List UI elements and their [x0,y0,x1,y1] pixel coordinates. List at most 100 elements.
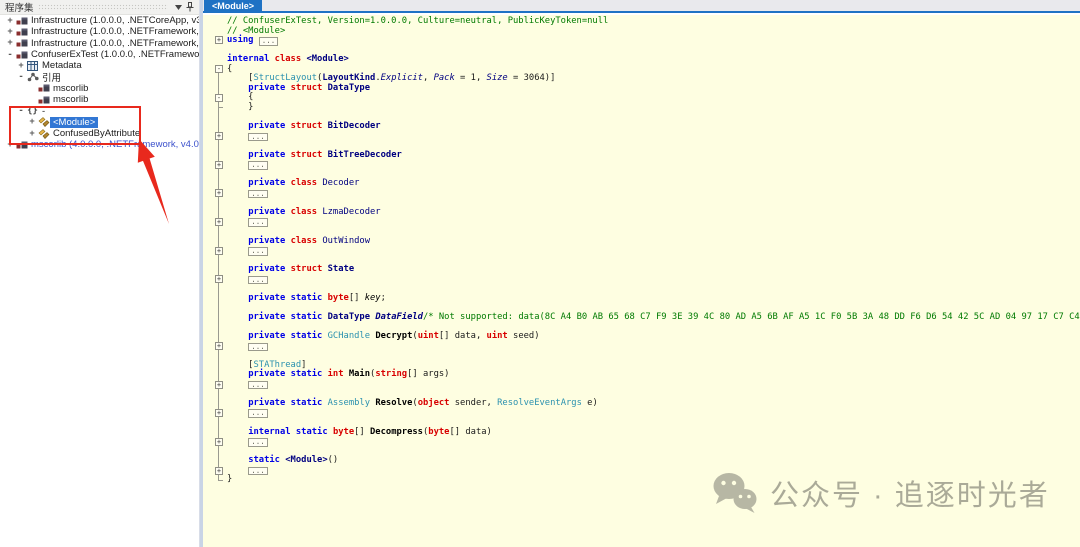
code-line: } [227,475,1080,485]
tree-item-label: - [39,106,48,117]
tree-expander[interactable]: - [16,106,26,116]
panel-menu-button[interactable] [172,1,184,13]
tree-item-label: Infrastructure (1.0.0.0, .NETCoreApp, v3… [28,15,199,26]
tab-module[interactable]: <Module> [204,0,262,13]
code-line: private struct BitTreeDecoder [227,151,1080,161]
tree-item--[interactable]: -{}- [0,105,199,116]
tree-item-label: ConfusedByAttribute [50,128,143,139]
collapsed-region-box[interactable]: ... [259,37,279,46]
code-line [227,351,1080,361]
class-icon [37,128,50,139]
tree-item-label: <Module> [50,117,98,128]
tree-item--module-[interactable]: + <Module> [0,117,199,128]
namespace-icon: {} [26,106,39,117]
panel-title: 程序集 [5,0,34,14]
fold-expand-marker[interactable]: + [215,218,223,226]
tree-item-mscorlib-4-0-0-0-netframework-v4-0-[interactable]: +mscorlib (4.0.0.0, .NETFramework, v4.0) [0,139,199,150]
code-line: } [227,103,1080,113]
tree-expander[interactable]: + [27,117,37,127]
fold-gutter: + + + + + + + + + + + + - - [203,15,226,547]
tree-expander[interactable]: - [16,72,26,82]
fold-expand-marker[interactable]: + [215,132,223,140]
code-line: using ... [227,36,1080,46]
code-line: private static byte[] key; [227,294,1080,304]
code-line [227,256,1080,266]
code-line: internal class <Module> [227,55,1080,65]
fold-expand-marker[interactable]: + [215,161,223,169]
code-line [227,46,1080,56]
collapsed-region-box[interactable]: ... [248,276,268,285]
code-lines: // ConfuserExTest, Version=1.0.0.0, Cult… [227,17,1080,485]
code-editor[interactable]: + + + + + + + + + + + + - - // ConfuserExTest, Versio… [203,15,1080,547]
code-line: // ConfuserExTest, Version=1.0.0.0, Cult… [227,17,1080,27]
code-panel: <Module> + + + + + + + + + + + + - - // ConfuserExTes… [203,0,1080,547]
collapsed-region-box[interactable]: ... [248,218,268,227]
collapsed-region-box[interactable]: ... [248,133,268,142]
tree-expander[interactable]: + [5,16,15,26]
collapsed-region-box[interactable]: ... [248,247,268,256]
tree-expander[interactable]: + [5,140,15,150]
tree-item--[interactable]: -引用 [0,71,199,82]
assembly-explorer-panel: 程序集 + Infrastructure (1.0.0.0, .NETCoreAp… [0,0,200,547]
tree-item-infrastructure-1-0-0-0-netframework-v4-7-2-[interactable]: + Infrastructure (1.0.0.0, .NETFramework,… [0,38,199,49]
fold-expand-marker[interactable]: + [215,189,223,197]
collapsed-region-box[interactable]: ... [248,161,268,170]
references-icon [26,72,39,83]
tree-item-infrastructure-1-0-0-0-netframework-v4-7-2-[interactable]: + Infrastructure (1.0.0.0, .NETFramework,… [0,26,199,37]
panel-header: 程序集 [0,0,199,15]
code-line: private static Assembly Resolve(object s… [227,399,1080,409]
class-icon [37,117,50,128]
code-line: ... [227,342,1080,352]
code-line: private class OutWindow [227,237,1080,247]
fold-expand-marker[interactable]: + [215,247,223,255]
collapsed-region-box[interactable]: ... [248,190,268,199]
fold-expand-marker[interactable]: + [215,36,223,44]
code-line: // <Module> [227,27,1080,37]
collapsed-region-box[interactable]: ... [248,343,268,352]
collapsed-region-box[interactable]: ... [248,438,268,447]
code-line: private class Decoder [227,179,1080,189]
fold-collapse-marker[interactable]: - [215,65,223,73]
assembly-icon [37,83,50,94]
code-line: static <Module>() [227,456,1080,466]
code-line: { [227,93,1080,103]
code-line: ... [227,437,1080,447]
assembly-icon [15,15,28,26]
chevron-down-icon [175,5,182,10]
tree-item-metadata[interactable]: +Metadata [0,60,199,71]
tree-expander[interactable]: + [5,38,15,48]
tree-item-label: Infrastructure (1.0.0.0, .NETFramework, … [28,38,199,49]
fold-expand-marker[interactable]: + [215,342,223,350]
tree-expander[interactable]: + [5,27,15,37]
tree-item-confuserextest-1-0-0-0-netframework-v4-7-2[interactable]: - ConfuserExTest (1.0.0.0, .NETFramework,… [0,49,199,60]
code-line: ... [227,466,1080,476]
code-line: private static DataType DataField/* Not … [227,313,1080,323]
tree-item-label: mscorlib [50,83,91,94]
collapsed-region-box[interactable]: ... [248,467,268,476]
tree-expander[interactable]: + [27,129,37,139]
fold-expand-marker[interactable]: + [215,275,223,283]
code-line [227,447,1080,457]
fold-expand-marker[interactable]: + [215,381,223,389]
fold-expand-marker[interactable]: + [215,409,223,417]
fold-expand-marker[interactable]: + [215,438,223,446]
tree-item-mscorlib[interactable]: mscorlib [0,94,199,105]
tree-item-infrastructure-1-0-0-0-netcoreapp-v3-1-[interactable]: + Infrastructure (1.0.0.0, .NETCoreApp, v… [0,15,199,26]
tree-item-confusedbyattribute[interactable]: + ConfusedByAttribute [0,128,199,139]
fold-expand-marker[interactable]: + [215,467,223,475]
code-line: ... [227,160,1080,170]
fold-collapse-marker[interactable]: - [215,94,223,102]
tree-expander[interactable]: - [5,50,15,60]
code-line: ... [227,380,1080,390]
tree-item-label: Infrastructure (1.0.0.0, .NETFramework, … [28,26,199,37]
pin-button[interactable] [184,1,196,13]
code-line: private struct State [227,265,1080,275]
code-line: ... [227,189,1080,199]
assembly-tree: + Infrastructure (1.0.0.0, .NETCoreApp, v… [0,15,199,547]
collapsed-region-box[interactable]: ... [248,409,268,418]
tree-item-label: ConfuserExTest (1.0.0.0, .NETFramework, … [28,49,199,60]
collapsed-region-box[interactable]: ... [248,381,268,390]
tree-expander[interactable]: + [16,61,26,71]
assembly-icon [15,139,28,150]
tree-item-mscorlib[interactable]: mscorlib [0,83,199,94]
